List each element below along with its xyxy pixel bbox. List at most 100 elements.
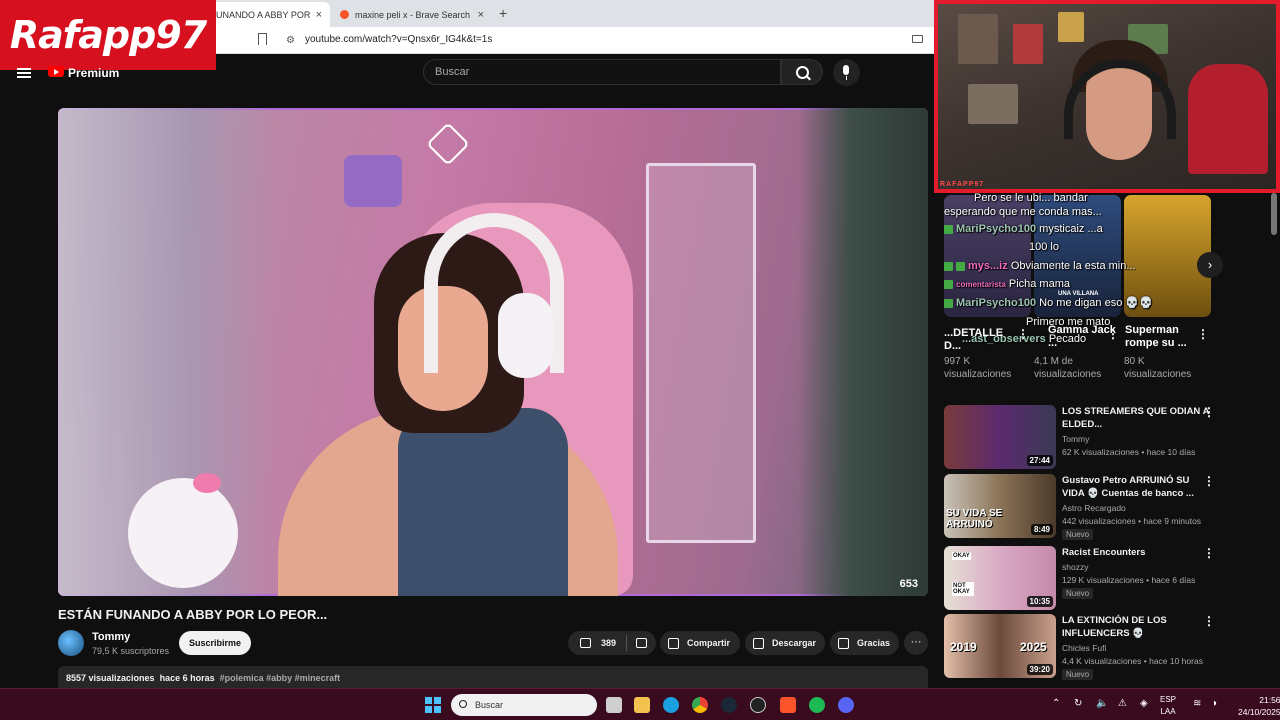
thanks-label: Gracias bbox=[857, 638, 891, 648]
volume-icon[interactable]: 🔈 bbox=[1096, 698, 1108, 709]
chrome-icon[interactable] bbox=[692, 697, 708, 713]
video-title[interactable]: LOS STREAMERS QUE ODIAN A ELDED... bbox=[1062, 405, 1212, 431]
more-options-icon[interactable]: ⋮ bbox=[1017, 327, 1029, 341]
video-duration: 27:44 bbox=[1026, 455, 1053, 466]
logo-text: Rafapp97 bbox=[9, 13, 207, 57]
more-options-icon[interactable]: ⋮ bbox=[1107, 327, 1119, 341]
url-text[interactable]: youtube.com/watch?v=Qnsx6r_IG4k&t=1s bbox=[305, 34, 492, 45]
hamburger-menu-icon[interactable] bbox=[17, 68, 31, 78]
channel-name[interactable]: Astro Recargado bbox=[1062, 503, 1126, 513]
taskbar-search[interactable] bbox=[451, 694, 597, 716]
wall-poster bbox=[1013, 24, 1043, 64]
thumbnail-text: 2025 bbox=[1020, 640, 1047, 654]
youtube-logo-icon[interactable] bbox=[48, 66, 64, 77]
thanks-button[interactable]: Gracias bbox=[830, 631, 899, 655]
new-badge: Nuevo bbox=[1062, 669, 1094, 680]
new-tab-button[interactable]: + bbox=[499, 5, 507, 21]
close-tab-icon[interactable]: × bbox=[316, 9, 322, 21]
twitch-sign bbox=[344, 155, 402, 207]
tab-brave-search[interactable]: maxine peli x - Brave Search × bbox=[332, 2, 492, 27]
spotify-icon[interactable] bbox=[809, 697, 825, 713]
recommended-video[interactable]: OKAY NOT OKAY 10:35 Racist Encounters sh… bbox=[944, 546, 1234, 610]
taskbar: ⌃ ↻ 🔈 ⚠ ◈ ESP LAA ≋ ◗ 21:56 24/10/2025 bbox=[0, 688, 1280, 720]
recommended-video[interactable]: SU VIDA SE ARRUINÓ 8:49 Gustavo Petro AR… bbox=[944, 474, 1234, 540]
hashtags[interactable]: #polemica #abby #minecraft bbox=[220, 673, 341, 683]
channel-avatar[interactable] bbox=[58, 630, 84, 656]
dislike-icon[interactable] bbox=[636, 638, 648, 648]
search-box[interactable] bbox=[423, 59, 781, 85]
edge-icon[interactable] bbox=[663, 697, 679, 713]
video-thumbnail[interactable]: OKAY NOT OKAY 10:35 bbox=[944, 546, 1056, 610]
recommended-video[interactable]: 27:44 LOS STREAMERS QUE ODIAN A ELDED...… bbox=[944, 405, 1234, 469]
streamer-logo: Rafapp97 bbox=[0, 0, 216, 70]
cast-icon[interactable] bbox=[912, 35, 923, 43]
more-options-icon[interactable]: ⋮ bbox=[1203, 614, 1215, 628]
channel-name[interactable]: Tommy bbox=[92, 631, 130, 643]
speaker-icon[interactable]: ◗ bbox=[1212, 698, 1218, 709]
more-options-icon[interactable]: ⋮ bbox=[1203, 546, 1215, 560]
microphone-icon[interactable] bbox=[833, 59, 860, 86]
video-duration: 39:20 bbox=[1026, 664, 1053, 675]
wall-poster bbox=[968, 84, 1018, 124]
site-settings-icon[interactable]: ⚙ bbox=[286, 35, 295, 46]
video-duration: 8:49 bbox=[1030, 524, 1053, 535]
obs-icon[interactable] bbox=[750, 697, 766, 713]
more-options-icon[interactable]: ⋮ bbox=[1197, 327, 1209, 341]
clock-time: 21:56 bbox=[1259, 695, 1280, 705]
search-input[interactable] bbox=[424, 60, 780, 84]
more-options-icon[interactable]: ⋮ bbox=[1203, 474, 1215, 488]
tray-chevron-icon[interactable]: ⌃ bbox=[1052, 698, 1060, 709]
video-player[interactable]: 653 bbox=[58, 108, 928, 596]
video-title[interactable]: Gustavo Petro ARRUINÓ SU VIDA 💀 Cuentas … bbox=[1062, 474, 1212, 500]
short-title[interactable]: ...DETALLE D... bbox=[944, 327, 1019, 353]
brave-icon[interactable] bbox=[780, 697, 796, 713]
youtube-premium-label[interactable]: Premium bbox=[68, 66, 119, 80]
discord-icon[interactable] bbox=[838, 697, 854, 713]
thumbnail-text: OKAY bbox=[952, 552, 971, 560]
subscribe-button[interactable]: Suscribirme bbox=[179, 631, 251, 655]
channel-name[interactable]: Tommy bbox=[1062, 434, 1089, 444]
more-options-icon[interactable]: ⋮ bbox=[1203, 405, 1215, 419]
language-indicator[interactable]: ESP LAA bbox=[1160, 694, 1176, 718]
recommended-video[interactable]: 2019 2025 39:20 LA EXTINCIÓN DE LOS INFL… bbox=[944, 614, 1234, 680]
wifi-icon[interactable]: ≋ bbox=[1193, 698, 1201, 709]
video-title[interactable]: LA EXTINCIÓN DE LOS INFLUENCERS 💀 bbox=[1062, 614, 1212, 640]
thumbnail-text: 2019 bbox=[950, 640, 977, 654]
short-title[interactable]: Superman rompe su ... bbox=[1125, 324, 1195, 350]
new-badge: Nuevo bbox=[1062, 588, 1094, 599]
webcam-overlay: RAFAPP97 bbox=[934, 0, 1280, 193]
task-view-icon[interactable] bbox=[606, 697, 622, 713]
windows-start-icon[interactable] bbox=[425, 697, 441, 713]
file-explorer-icon[interactable] bbox=[634, 697, 650, 713]
bookmark-icon[interactable] bbox=[258, 33, 267, 45]
brave-favicon-icon bbox=[340, 10, 349, 19]
shield-icon[interactable]: ◈ bbox=[1140, 698, 1148, 709]
network-icon[interactable]: ⚠ bbox=[1118, 698, 1127, 709]
channel-name[interactable]: shozzy bbox=[1062, 562, 1088, 572]
system-clock[interactable]: 21:56 24/10/2025 bbox=[1238, 694, 1280, 718]
share-button[interactable]: Compartir bbox=[660, 631, 740, 655]
video-meta: 4,4 K visualizaciones • hace 10 horas bbox=[1062, 656, 1203, 666]
like-icon[interactable] bbox=[580, 638, 591, 648]
screen: ESTÁN FUNANDO A ABBY POR LO PEOR... - Yo… bbox=[0, 0, 1280, 720]
search-icon[interactable] bbox=[781, 59, 823, 85]
sidebar-scrollbar[interactable] bbox=[1271, 193, 1277, 235]
sync-icon[interactable]: ↻ bbox=[1074, 698, 1082, 709]
video-thumbnail[interactable]: 27:44 bbox=[944, 405, 1056, 469]
video-shelf bbox=[646, 163, 756, 543]
short-views: 997 K visualizaciones bbox=[944, 356, 1012, 380]
chat-message: MariPsycho100 No me digan eso 💀💀 bbox=[944, 296, 1153, 309]
video-thumbnail[interactable]: SU VIDA SE ARRUINÓ 8:49 bbox=[944, 474, 1056, 538]
download-button[interactable]: Descargar bbox=[745, 631, 825, 655]
taskbar-search-input[interactable] bbox=[451, 694, 597, 716]
keyboard-layout: LAA bbox=[1160, 707, 1176, 716]
person-top bbox=[398, 408, 568, 596]
gaming-chair bbox=[1188, 64, 1268, 174]
channel-name[interactable]: Chicles Fufi bbox=[1062, 643, 1106, 653]
video-title[interactable]: Racist Encounters bbox=[1062, 546, 1212, 559]
more-actions-button[interactable]: ··· bbox=[904, 631, 928, 655]
steam-icon[interactable] bbox=[721, 697, 737, 713]
close-tab-icon[interactable]: × bbox=[478, 9, 484, 21]
like-dislike-group[interactable]: 389 bbox=[568, 631, 656, 655]
video-thumbnail[interactable]: 2019 2025 39:20 bbox=[944, 614, 1056, 678]
